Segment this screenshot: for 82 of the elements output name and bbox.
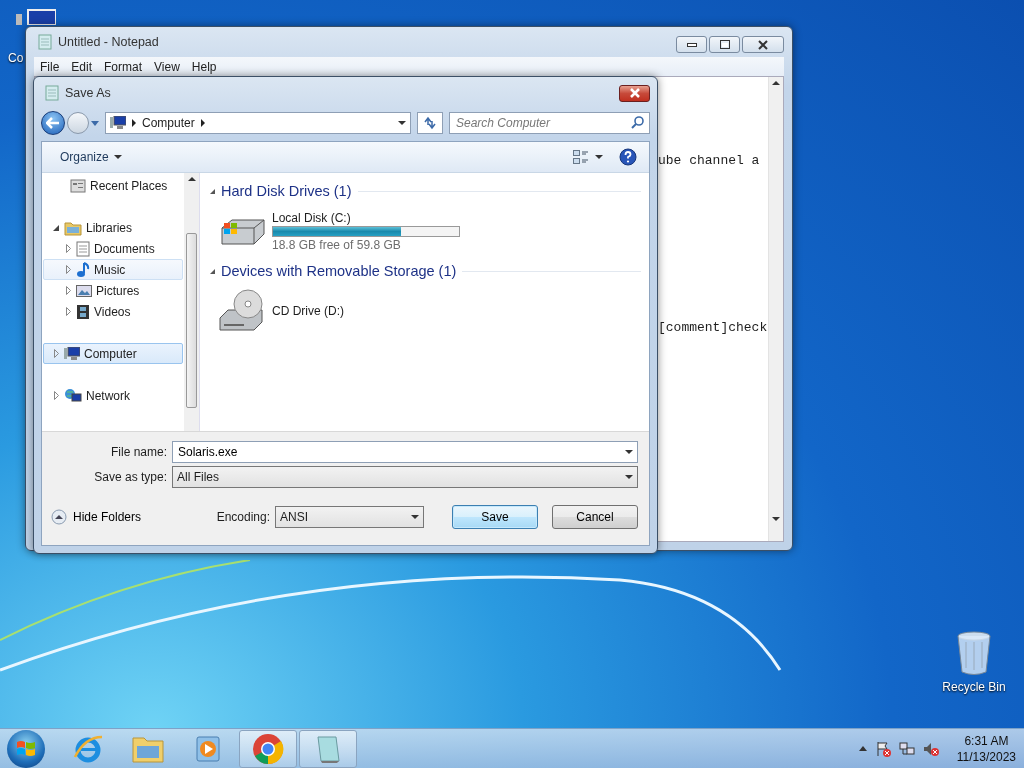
desktop-icon-label[interactable]: Recycle Bin xyxy=(942,680,1006,694)
address-bar[interactable]: Computer xyxy=(105,112,411,134)
collapsed-arrow-icon[interactable] xyxy=(65,286,71,295)
menu-item[interactable]: Edit xyxy=(65,59,99,74)
film-icon xyxy=(76,303,90,320)
maximize-button[interactable] xyxy=(709,36,740,53)
save-as-type-dropdown[interactable]: All Files xyxy=(172,465,638,488)
document-icon xyxy=(76,240,90,257)
start-button[interactable] xyxy=(7,729,45,768)
text-line: [comment]check xyxy=(658,320,768,335)
collapsed-arrow-icon[interactable] xyxy=(65,265,71,274)
menu-item[interactable]: Format xyxy=(98,59,149,74)
minimize-button[interactable] xyxy=(676,36,707,53)
search-icon[interactable] xyxy=(631,116,644,129)
nav-tree-item[interactable]: Documents xyxy=(43,238,183,259)
dialog-button[interactable]: Save xyxy=(452,505,538,529)
help-icon[interactable] xyxy=(619,148,637,166)
recent-places-icon xyxy=(70,177,86,194)
notepad-icon xyxy=(38,34,52,50)
computer-icon xyxy=(64,346,80,361)
collapsed-arrow-icon[interactable] xyxy=(65,307,71,316)
group-toggle-icon[interactable] xyxy=(210,268,215,274)
vertical-scrollbar[interactable] xyxy=(768,77,783,541)
dialog-title: Save As xyxy=(65,86,111,100)
refresh-button[interactable] xyxy=(417,112,443,134)
text-line: ube channel a xyxy=(658,153,761,168)
nav-tree-item[interactable]: Network xyxy=(43,385,183,406)
group-header: Devices with Removable Storage (1) xyxy=(221,263,457,279)
back-button[interactable] xyxy=(41,111,65,135)
media-player-icon[interactable] xyxy=(193,733,223,764)
library-folder-icon xyxy=(64,219,82,236)
dialog-button[interactable]: Cancel xyxy=(552,505,638,529)
nav-tree-item[interactable]: Pictures xyxy=(43,280,183,301)
window-title: Untitled - Notepad xyxy=(58,35,159,49)
close-button[interactable] xyxy=(742,36,784,53)
recycle-bin-icon[interactable] xyxy=(956,630,992,676)
group-header: Hard Disk Drives (1) xyxy=(221,183,352,199)
menu-item[interactable]: Help xyxy=(185,59,223,74)
picture-icon xyxy=(76,283,92,298)
chrome-browser-icon[interactable] xyxy=(252,732,284,765)
nav-tree-item[interactable]: Videos xyxy=(43,301,183,322)
clock[interactable]: 6:31 AM 11/13/2023 xyxy=(956,732,1016,765)
minimize-icon[interactable] xyxy=(686,42,697,47)
field-label: Encoding: xyxy=(216,510,270,524)
menu-item[interactable]: View xyxy=(148,59,186,74)
nav-tree-item[interactable]: Computer xyxy=(43,343,183,364)
music-note-icon xyxy=(76,261,90,278)
search-field[interactable]: Search Computer xyxy=(449,112,650,134)
network-globe-icon xyxy=(64,387,82,404)
nav-tree-item[interactable]: Recent Places xyxy=(43,175,183,196)
close-icon[interactable] xyxy=(757,39,769,50)
collapsed-arrow-icon[interactable] xyxy=(65,244,71,253)
recent-pages-caret-icon[interactable] xyxy=(91,120,99,126)
drive-name[interactable]: CD Drive (D:) xyxy=(272,304,344,318)
back-arrow-icon[interactable] xyxy=(46,117,60,129)
up-caret-icon[interactable] xyxy=(51,509,67,525)
field-label: Save as type: xyxy=(93,469,167,484)
field-label: File name: xyxy=(109,444,167,459)
close-button[interactable] xyxy=(619,84,650,102)
desktop-icon-label[interactable]: Co xyxy=(8,51,24,65)
maximize-icon[interactable] xyxy=(719,40,730,49)
nav-tree-item[interactable]: Libraries xyxy=(43,217,183,238)
drive-name[interactable]: Local Disk (C:) xyxy=(272,210,460,225)
free-space-text: 18.8 GB free of 59.8 GB xyxy=(272,237,402,252)
refresh-icon[interactable] xyxy=(423,116,437,130)
group-toggle-icon[interactable] xyxy=(210,188,215,194)
network-icon[interactable] xyxy=(898,740,915,757)
vertical-scrollbar[interactable] xyxy=(184,173,199,431)
collapsed-arrow-icon[interactable] xyxy=(53,391,59,400)
collapsed-arrow-icon[interactable] xyxy=(53,349,59,358)
file-name-field[interactable]: Solaris.exe xyxy=(172,440,638,463)
computer-icon xyxy=(110,116,126,130)
hide-folders-button[interactable]: Hide Folders xyxy=(51,509,142,525)
windows-logo-icon[interactable] xyxy=(16,738,36,759)
nav-tree-item[interactable]: Music xyxy=(43,259,183,280)
notepad-icon xyxy=(45,85,59,101)
expanded-arrow-icon[interactable] xyxy=(53,224,59,231)
flag-error-icon[interactable] xyxy=(874,740,891,757)
show-hidden-icons-icon[interactable] xyxy=(858,746,867,751)
encoding-dropdown[interactable]: ANSI xyxy=(275,506,424,528)
organize-menu[interactable]: Organize xyxy=(58,148,124,166)
menu-item[interactable]: File xyxy=(34,59,66,74)
